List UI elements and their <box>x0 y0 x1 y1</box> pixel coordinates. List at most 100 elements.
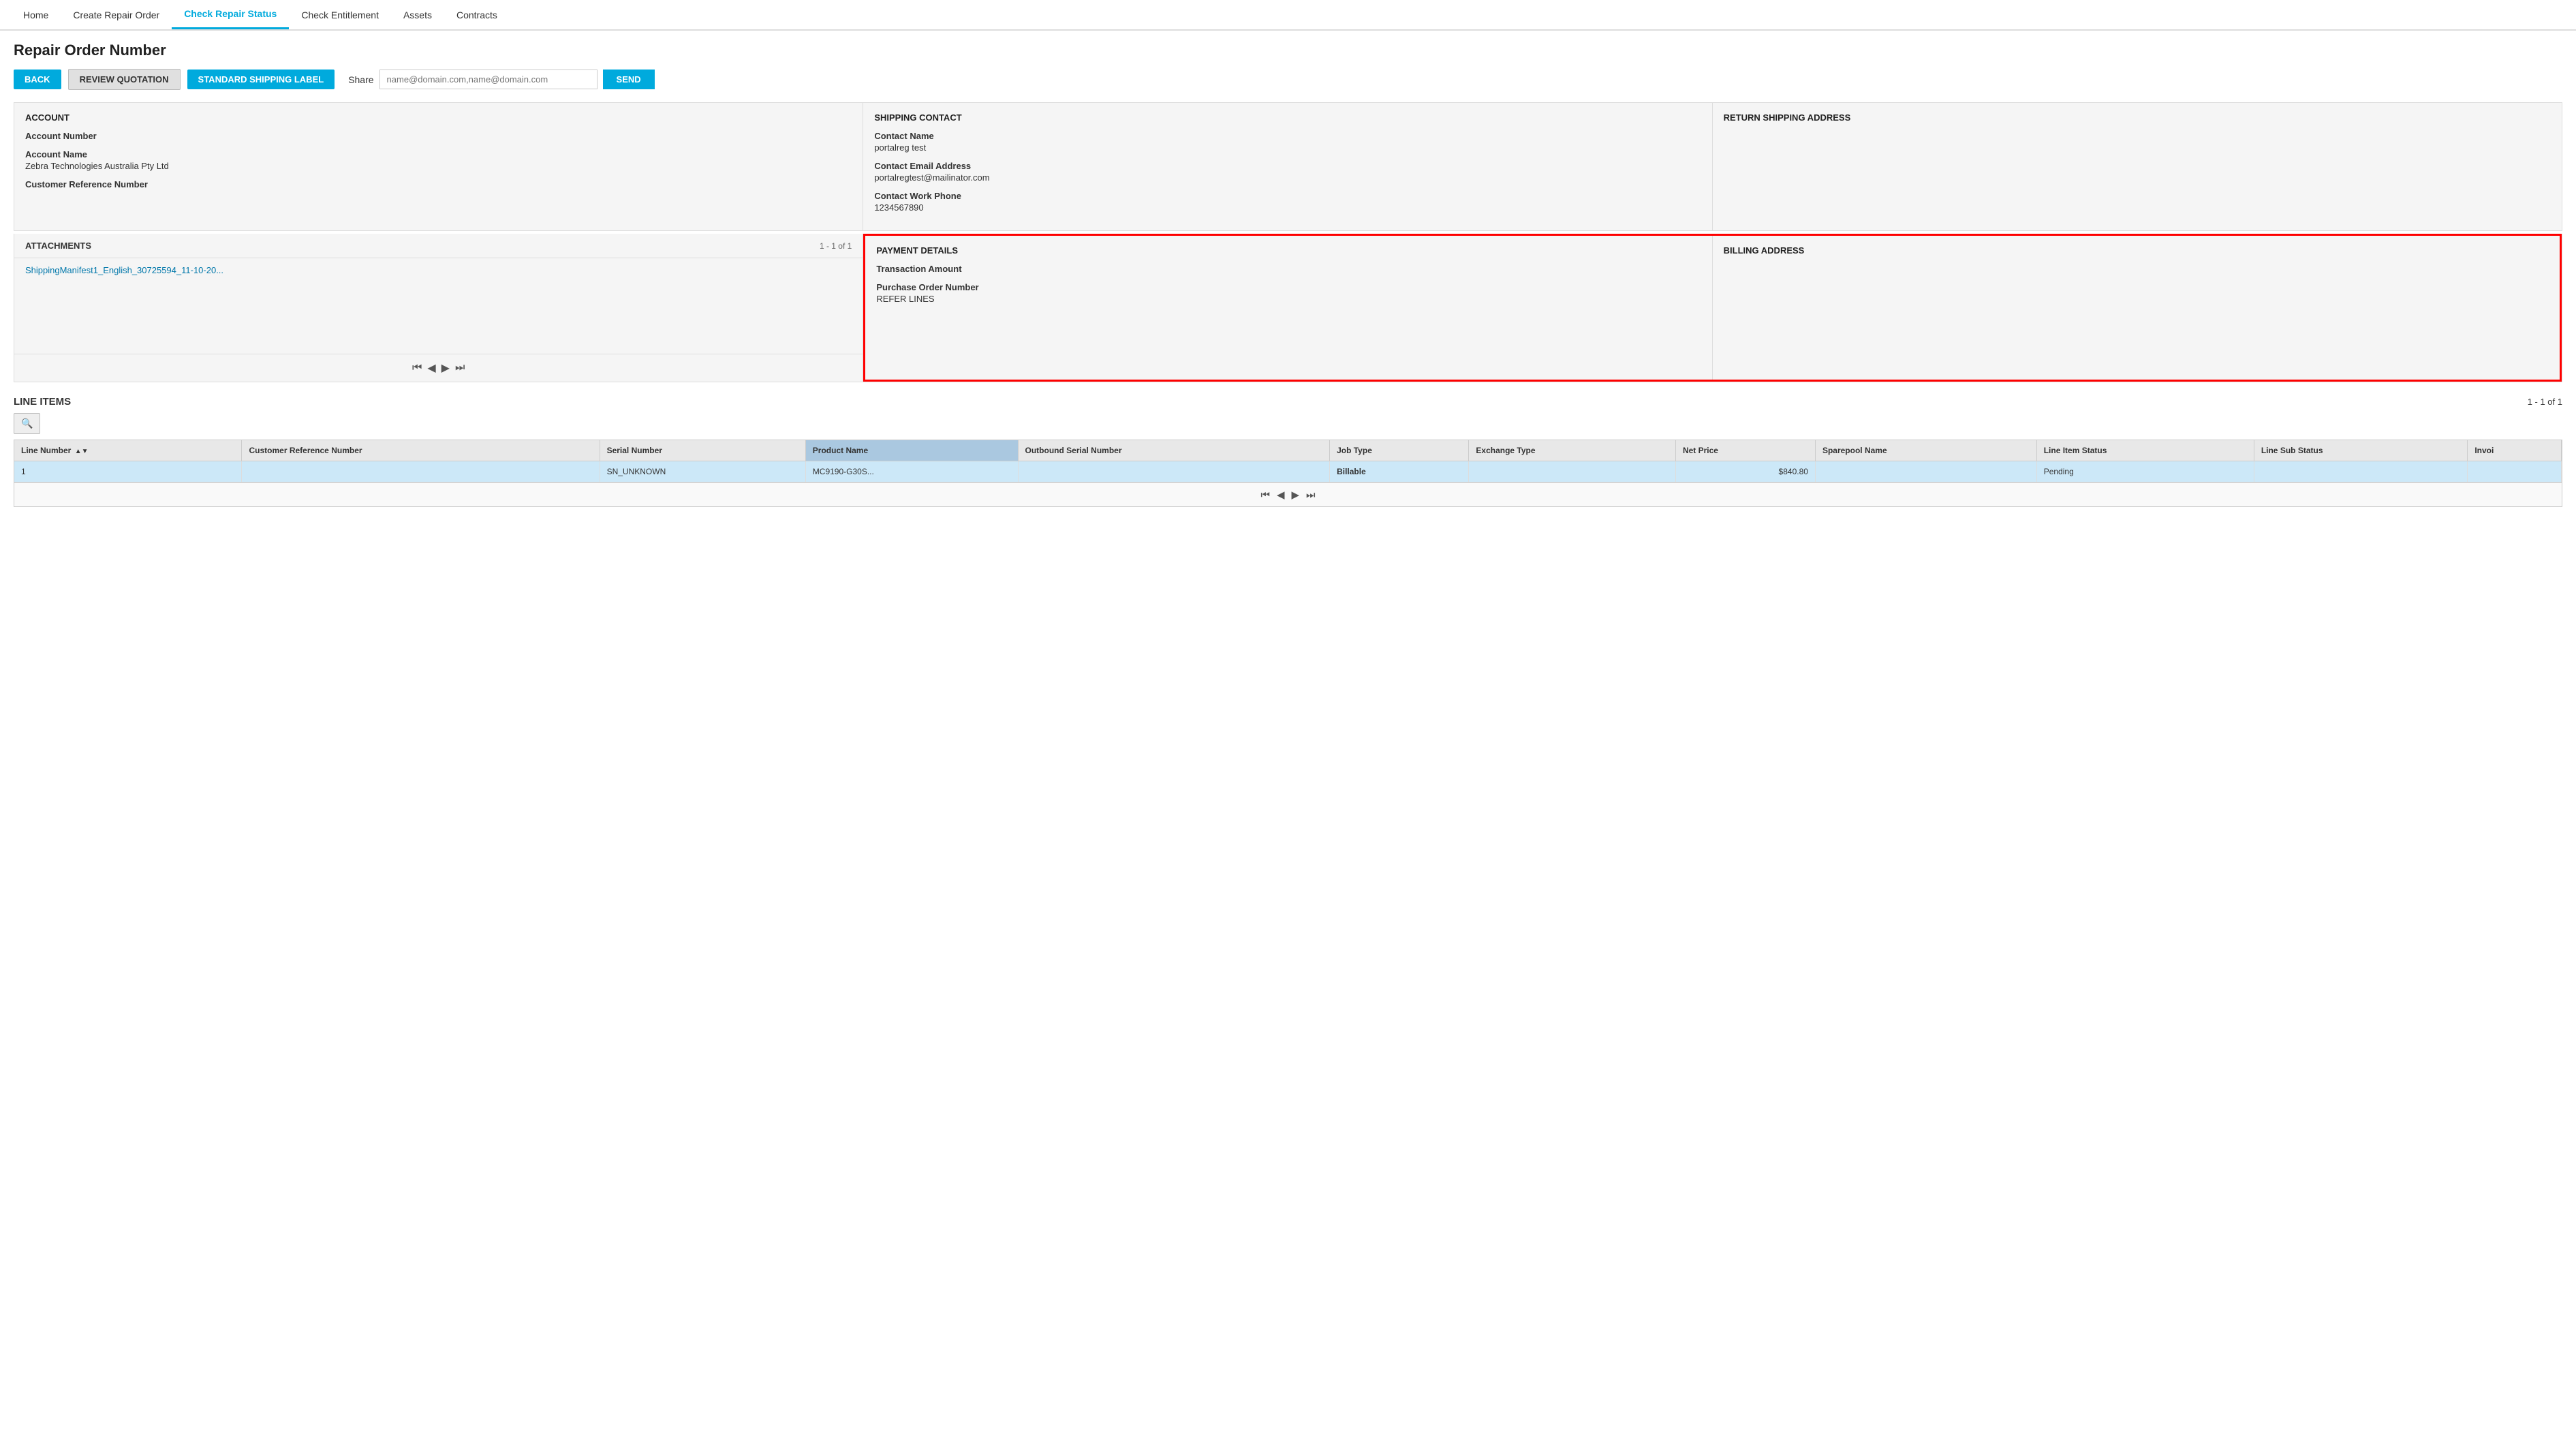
nav-bar: Home Create Repair Order Check Repair St… <box>0 0 2576 31</box>
table-row[interactable]: 1 SN_UNKNOWN MC9190-G30S... Billable $84… <box>14 461 2562 482</box>
share-input[interactable] <box>379 70 598 89</box>
review-quotation-button[interactable]: REVIEW QUOTATION <box>68 69 181 90</box>
line-items-title: LINE ITEMS <box>14 396 71 408</box>
cell-line-sub-status <box>2254 461 2468 482</box>
standard-shipping-label-button[interactable]: STANDARD SHIPPING LABEL <box>187 70 335 89</box>
page-content: Repair Order Number BACK REVIEW QUOTATIO… <box>0 31 2576 518</box>
account-title: ACCOUNT <box>25 112 852 123</box>
shipping-contact-title: SHIPPING CONTACT <box>874 112 1701 123</box>
line-items-count: 1 - 1 of 1 <box>2528 397 2562 407</box>
send-button[interactable]: SEND <box>603 70 655 89</box>
payment-billing-wrapper: PAYMENT DETAILS Transaction Amount Purch… <box>863 234 2562 382</box>
info-grid-top: ACCOUNT Account Number Account Name Zebr… <box>14 102 2562 231</box>
contact-phone-label: Contact Work Phone <box>874 191 1701 201</box>
cell-serial-number: SN_UNKNOWN <box>600 461 805 482</box>
cell-customer-ref <box>242 461 600 482</box>
contact-phone-field: Contact Work Phone 1234567890 <box>874 191 1701 213</box>
search-button[interactable]: 🔍 <box>14 413 40 434</box>
contact-phone-value: 1234567890 <box>874 202 1701 213</box>
nav-item-check-entitlement[interactable]: Check Entitlement <box>289 1 391 29</box>
attachments-footer: ⏮ ◀ ▶ ⏭ <box>14 354 863 382</box>
nav-item-home[interactable]: Home <box>11 1 61 29</box>
col-invoice: Invoi <box>2468 440 2562 461</box>
contact-name-field: Contact Name portalreg test <box>874 131 1701 153</box>
contact-name-label: Contact Name <box>874 131 1701 141</box>
nav-item-contracts[interactable]: Contracts <box>444 1 510 29</box>
col-line-item-status: Line Item Status <box>2036 440 2254 461</box>
customer-ref-label: Customer Reference Number <box>25 179 852 189</box>
table-pagination-next[interactable]: ▶ <box>1292 489 1300 501</box>
table-pagination-first[interactable]: ⏮ <box>1260 489 1270 501</box>
col-outbound-serial: Outbound Serial Number <box>1018 440 1330 461</box>
cell-sparepool-name <box>1815 461 2036 482</box>
attachments-section: ATTACHMENTS 1 - 1 of 1 ShippingManifest1… <box>14 234 863 382</box>
account-name-value: Zebra Technologies Australia Pty Ltd <box>25 161 852 171</box>
col-exchange-type: Exchange Type <box>1469 440 1676 461</box>
table-pagination-last[interactable]: ⏭ <box>1306 489 1316 501</box>
cell-exchange-type <box>1469 461 1676 482</box>
back-button[interactable]: BACK <box>14 70 61 89</box>
cell-net-price: $840.80 <box>1675 461 1815 482</box>
return-shipping-section: RETURN SHIPPING ADDRESS <box>1713 103 2562 230</box>
cell-job-type: Billable <box>1330 461 1469 482</box>
account-name-label: Account Name <box>25 149 852 159</box>
billing-title: BILLING ADDRESS <box>1724 245 2549 256</box>
transaction-amount-label: Transaction Amount <box>876 264 1701 274</box>
shipping-contact-section: SHIPPING CONTACT Contact Name portalreg … <box>863 103 1712 230</box>
contact-name-value: portalreg test <box>874 142 1701 153</box>
line-items-header: LINE ITEMS 1 - 1 of 1 <box>14 396 2562 408</box>
return-shipping-title: RETURN SHIPPING ADDRESS <box>1724 112 2551 123</box>
contact-email-field: Contact Email Address portalregtest@mail… <box>874 161 1701 183</box>
col-line-number[interactable]: Line Number ▲▼ <box>14 440 242 461</box>
pagination-last[interactable]: ⏭ <box>455 362 465 374</box>
account-number-label: Account Number <box>25 131 852 141</box>
cell-line-item-status: Pending <box>2036 461 2254 482</box>
purchase-order-label: Purchase Order Number <box>876 282 1701 292</box>
nav-item-assets[interactable]: Assets <box>391 1 444 29</box>
table-pagination-prev[interactable]: ◀ <box>1277 489 1285 501</box>
pagination-prev[interactable]: ◀ <box>427 361 435 375</box>
sort-arrows-icon: ▲▼ <box>75 448 89 455</box>
nav-item-create-repair-order[interactable]: Create Repair Order <box>61 1 172 29</box>
account-number-field: Account Number <box>25 131 852 141</box>
attachment-link[interactable]: ShippingManifest1_English_30725594_11-10… <box>25 265 223 275</box>
attachments-count: 1 - 1 of 1 <box>820 241 852 251</box>
col-product-name: Product Name <box>805 440 1018 461</box>
pagination-next[interactable]: ▶ <box>441 361 450 375</box>
nav-item-check-repair-status[interactable]: Check Repair Status <box>172 0 289 29</box>
attachments-body: ShippingManifest1_English_30725594_11-10… <box>14 258 863 354</box>
col-serial-number: Serial Number <box>600 440 805 461</box>
cell-product-name: MC9190-G30S... <box>805 461 1018 482</box>
purchase-order-field: Purchase Order Number REFER LINES <box>876 282 1701 304</box>
page-title: Repair Order Number <box>14 42 2562 59</box>
share-section: Share SEND <box>348 70 654 89</box>
search-bar: 🔍 <box>14 413 2562 434</box>
col-customer-ref: Customer Reference Number <box>242 440 600 461</box>
payment-title: PAYMENT DETAILS <box>876 245 1701 256</box>
cell-invoice <box>2468 461 2562 482</box>
attachments-title: ATTACHMENTS <box>25 241 91 251</box>
account-section: ACCOUNT Account Number Account Name Zebr… <box>14 103 863 230</box>
col-line-sub-status: Line Sub Status <box>2254 440 2468 461</box>
share-label: Share <box>348 74 373 85</box>
transaction-amount-field: Transaction Amount <box>876 264 1701 274</box>
cell-line-number: 1 <box>14 461 242 482</box>
bottom-grid: ATTACHMENTS 1 - 1 of 1 ShippingManifest1… <box>14 234 2562 382</box>
contact-email-value: portalregtest@mailinator.com <box>874 172 1701 183</box>
table-header-row: Line Number ▲▼ Customer Reference Number… <box>14 440 2562 461</box>
account-name-field: Account Name Zebra Technologies Australi… <box>25 149 852 171</box>
line-items-table-wrapper: Line Number ▲▼ Customer Reference Number… <box>14 440 2562 507</box>
purchase-order-value: REFER LINES <box>876 294 1701 304</box>
payment-section: PAYMENT DETAILS Transaction Amount Purch… <box>865 236 1712 380</box>
col-job-type: Job Type <box>1330 440 1469 461</box>
col-net-price: Net Price <box>1675 440 1815 461</box>
customer-ref-field: Customer Reference Number <box>25 179 852 189</box>
pagination-first[interactable]: ⏮ <box>412 362 422 374</box>
attachments-header: ATTACHMENTS 1 - 1 of 1 <box>14 234 863 258</box>
cell-outbound-serial <box>1018 461 1330 482</box>
toolbar: BACK REVIEW QUOTATION STANDARD SHIPPING … <box>14 69 2562 90</box>
billing-section: BILLING ADDRESS <box>1713 236 2560 380</box>
col-sparepool-name: Sparepool Name <box>1815 440 2036 461</box>
line-items-table: Line Number ▲▼ Customer Reference Number… <box>14 440 2562 482</box>
contact-email-label: Contact Email Address <box>874 161 1701 171</box>
